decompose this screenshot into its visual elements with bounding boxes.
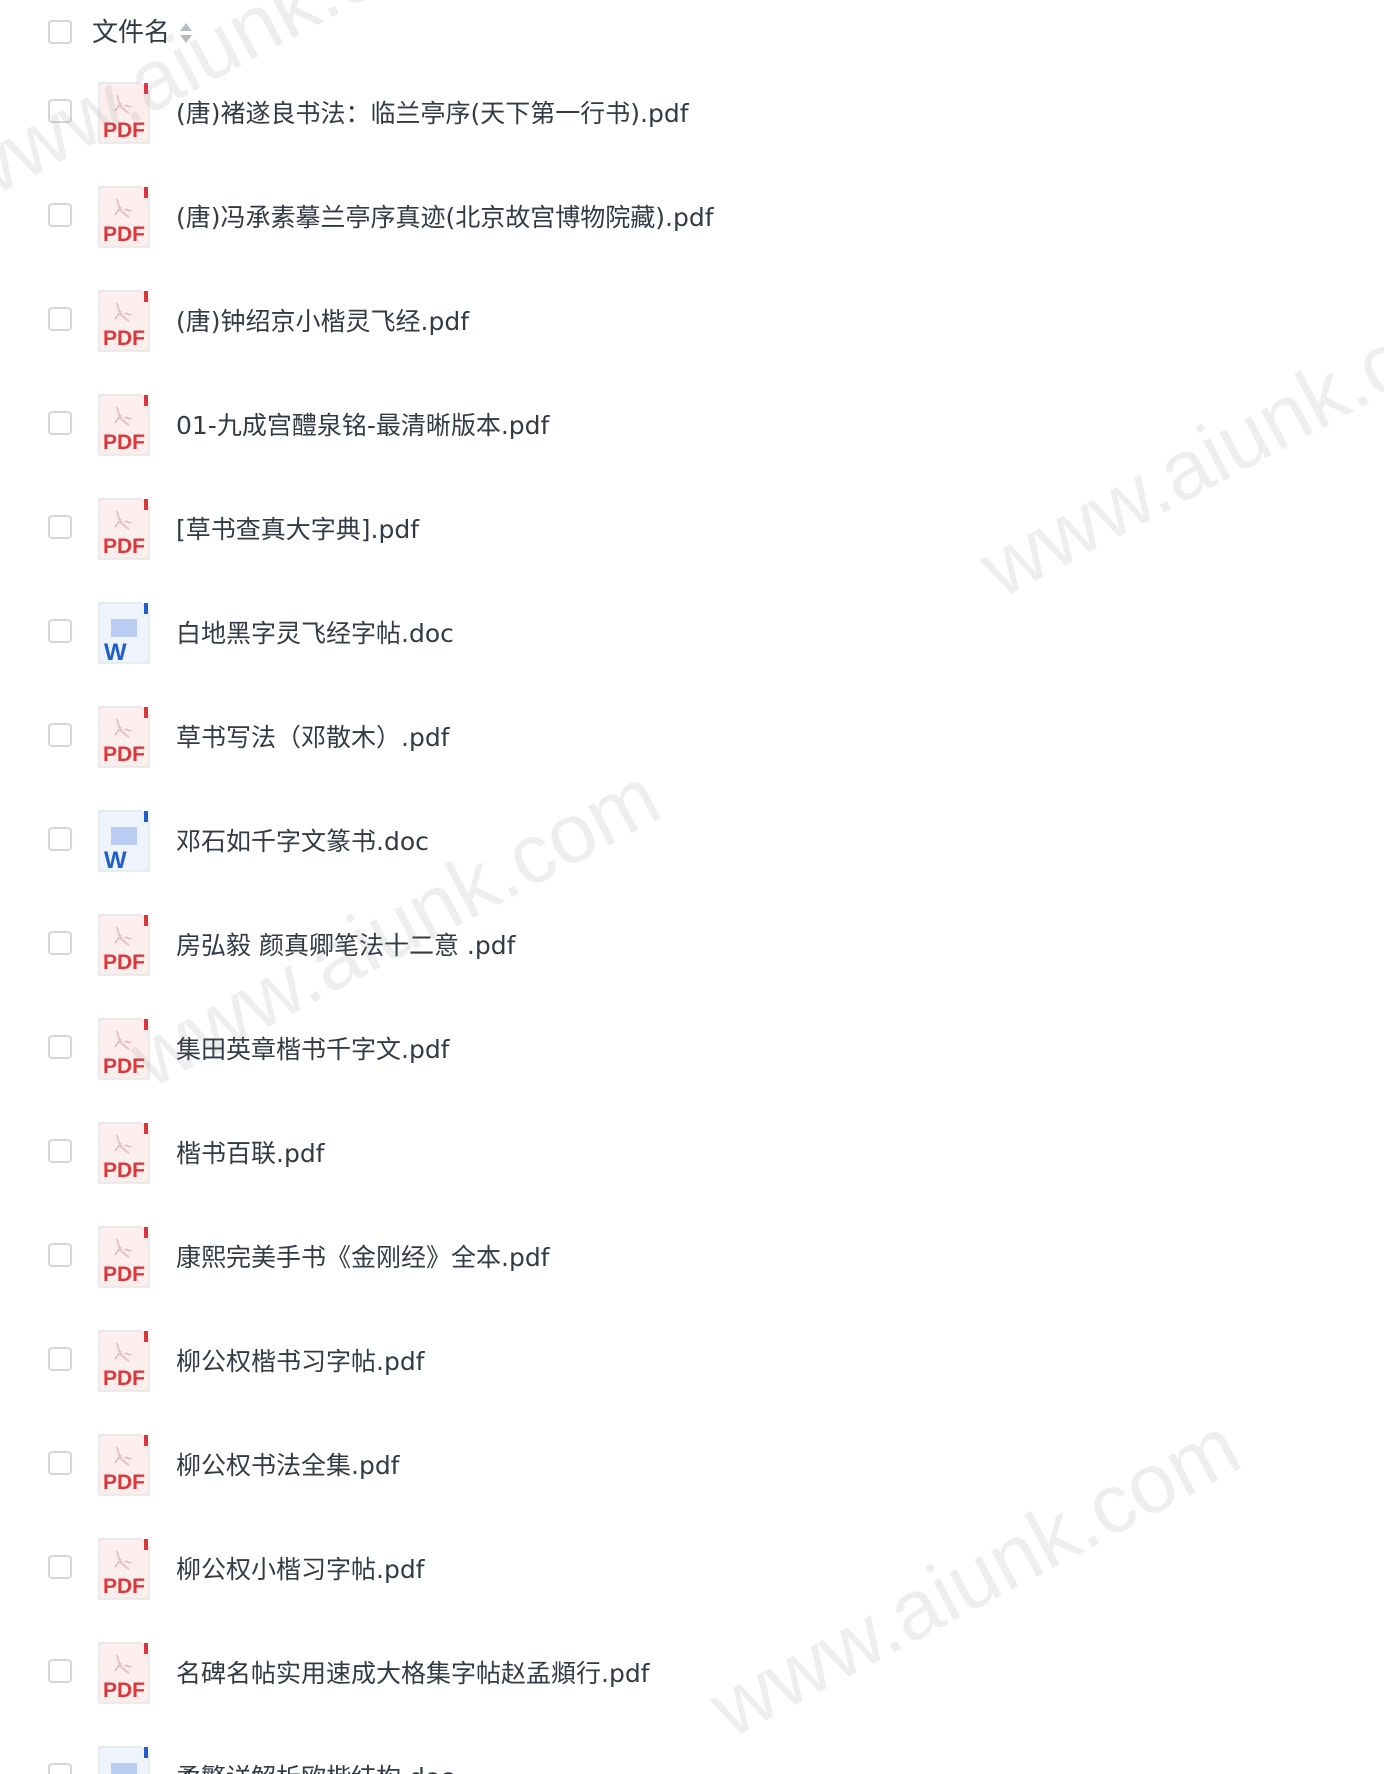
file-name-link[interactable]: 柳公权楷书习字帖.pdf [176, 1344, 425, 1380]
file-row[interactable]: PDF 草书写法（邓散木）.pdf [0, 690, 1384, 794]
pdf-file-icon: PDF [98, 394, 150, 456]
file-row[interactable]: PDF 名碑名帖实用速成大格集字帖赵孟頫行.pdf [0, 1626, 1384, 1730]
pdf-icon-label: PDF [103, 743, 145, 766]
select-all-checkbox[interactable] [48, 20, 72, 44]
file-select-checkbox[interactable] [48, 1555, 72, 1579]
word-file-icon: W [98, 602, 150, 665]
file-select-checkbox[interactable] [48, 411, 72, 435]
file-name-link[interactable]: 柳公权小楷习字帖.pdf [176, 1552, 425, 1588]
file-name-link[interactable]: 白地黑字灵飞经字帖.doc [176, 616, 454, 652]
file-row[interactable]: PDF [草书查真大字典].pdf [0, 482, 1384, 586]
pdf-icon-label: PDF [103, 951, 145, 974]
file-list-header: 文件名 [0, 0, 1384, 66]
file-name-link[interactable]: 康熙完美手书《金刚经》全本.pdf [176, 1240, 550, 1276]
file-list: 文件名 PDF (唐)褚遂良书法：临兰亭序(天下第一行书).pdf PDF (唐)冯… [0, 0, 1384, 1774]
pdf-icon-label: PDF [103, 1679, 145, 1702]
file-name-link[interactable]: 01-九成宫醴泉铭-最清晰版本.pdf [176, 408, 549, 444]
file-select-checkbox[interactable] [48, 1763, 72, 1774]
file-name-link[interactable]: 楷书百联.pdf [176, 1136, 325, 1172]
pdf-file-icon: PDF [98, 706, 150, 768]
file-row[interactable]: W 邓石如千字文篆书.doc [0, 794, 1384, 898]
pdf-file-icon: PDF [98, 82, 150, 144]
word-file-icon: W [98, 1746, 150, 1774]
pdf-icon-label: PDF [103, 1159, 145, 1182]
file-select-checkbox[interactable] [48, 723, 72, 747]
file-name-link[interactable]: 柔繁详解析欧楷结构.doc [176, 1760, 454, 1774]
file-select-checkbox[interactable] [48, 931, 72, 955]
pdf-file-icon: PDF [98, 1642, 150, 1704]
pdf-file-icon: PDF [98, 914, 150, 976]
file-row[interactable]: PDF 集田英章楷书千字文.pdf [0, 1002, 1384, 1106]
pdf-file-icon: PDF [98, 1018, 150, 1080]
file-row[interactable]: PDF 康熙完美手书《金刚经》全本.pdf [0, 1210, 1384, 1314]
file-row[interactable]: PDF 房弘毅 颜真卿笔法十二意 .pdf [0, 898, 1384, 1002]
pdf-icon-label: PDF [103, 1575, 145, 1598]
pdf-icon-label: PDF [103, 223, 145, 246]
file-row[interactable]: PDF 柳公权楷书习字帖.pdf [0, 1314, 1384, 1418]
pdf-icon-label: PDF [103, 327, 145, 350]
file-name-link[interactable]: 房弘毅 颜真卿笔法十二意 .pdf [176, 928, 515, 964]
pdf-icon-label: PDF [103, 1471, 145, 1494]
pdf-icon-label: PDF [103, 119, 145, 142]
file-row[interactable]: PDF 柳公权书法全集.pdf [0, 1418, 1384, 1522]
word-file-icon: W [98, 810, 150, 873]
file-name-link[interactable]: 集田英章楷书千字文.pdf [176, 1032, 450, 1068]
file-rows: PDF (唐)褚遂良书法：临兰亭序(天下第一行书).pdf PDF (唐)冯承素摹兰… [0, 66, 1384, 1774]
file-row[interactable]: W 柔繁详解析欧楷结构.doc [0, 1730, 1384, 1774]
file-name-link[interactable]: 邓石如千字文篆书.doc [176, 824, 429, 860]
file-row[interactable]: W 白地黑字灵飞经字帖.doc [0, 586, 1384, 690]
pdf-file-icon: PDF [98, 290, 150, 352]
sort-updown-icon[interactable] [178, 20, 194, 46]
file-select-checkbox[interactable] [48, 619, 72, 643]
file-select-checkbox[interactable] [48, 1347, 72, 1371]
pdf-file-icon: PDF [98, 1226, 150, 1288]
file-select-checkbox[interactable] [48, 515, 72, 539]
file-select-checkbox[interactable] [48, 203, 72, 227]
word-icon-label: W [104, 847, 127, 873]
file-select-checkbox[interactable] [48, 1451, 72, 1475]
pdf-icon-label: PDF [103, 431, 145, 454]
file-name-link[interactable]: (唐)钟绍京小楷灵飞经.pdf [176, 304, 469, 340]
file-select-checkbox[interactable] [48, 99, 72, 123]
file-select-checkbox[interactable] [48, 1139, 72, 1163]
file-select-checkbox[interactable] [48, 307, 72, 331]
pdf-icon-label: PDF [103, 1055, 145, 1078]
file-name-link[interactable]: (唐)冯承素摹兰亭序真迹(北京故宫博物院藏).pdf [176, 200, 714, 236]
pdf-file-icon: PDF [98, 498, 150, 560]
file-name-link[interactable]: [草书查真大字典].pdf [176, 512, 419, 548]
pdf-file-icon: PDF [98, 1330, 150, 1392]
file-name-link[interactable]: 柳公权书法全集.pdf [176, 1448, 400, 1484]
file-name-link[interactable]: 草书写法（邓散木）.pdf [176, 720, 450, 756]
file-row[interactable]: PDF 01-九成宫醴泉铭-最清晰版本.pdf [0, 378, 1384, 482]
pdf-file-icon: PDF [98, 1434, 150, 1496]
file-row[interactable]: PDF (唐)褚遂良书法：临兰亭序(天下第一行书).pdf [0, 66, 1384, 170]
file-select-checkbox[interactable] [48, 1035, 72, 1059]
pdf-file-icon: PDF [98, 1538, 150, 1600]
pdf-file-icon: PDF [98, 186, 150, 248]
file-row[interactable]: PDF 柳公权小楷习字帖.pdf [0, 1522, 1384, 1626]
file-name-link[interactable]: 名碑名帖实用速成大格集字帖赵孟頫行.pdf [176, 1656, 650, 1692]
file-row[interactable]: PDF (唐)冯承素摹兰亭序真迹(北京故宫博物院藏).pdf [0, 170, 1384, 274]
file-name-link[interactable]: (唐)褚遂良书法：临兰亭序(天下第一行书).pdf [176, 96, 689, 132]
word-icon-label: W [104, 639, 127, 665]
pdf-file-icon: PDF [98, 1122, 150, 1184]
pdf-icon-label: PDF [103, 535, 145, 558]
pdf-icon-label: PDF [103, 1263, 145, 1286]
file-select-checkbox[interactable] [48, 1243, 72, 1267]
file-row[interactable]: PDF 楷书百联.pdf [0, 1106, 1384, 1210]
file-select-checkbox[interactable] [48, 827, 72, 851]
file-select-checkbox[interactable] [48, 1659, 72, 1683]
column-title-filename: 文件名 [92, 18, 171, 48]
pdf-icon-label: PDF [103, 1367, 145, 1390]
file-row[interactable]: PDF (唐)钟绍京小楷灵飞经.pdf [0, 274, 1384, 378]
